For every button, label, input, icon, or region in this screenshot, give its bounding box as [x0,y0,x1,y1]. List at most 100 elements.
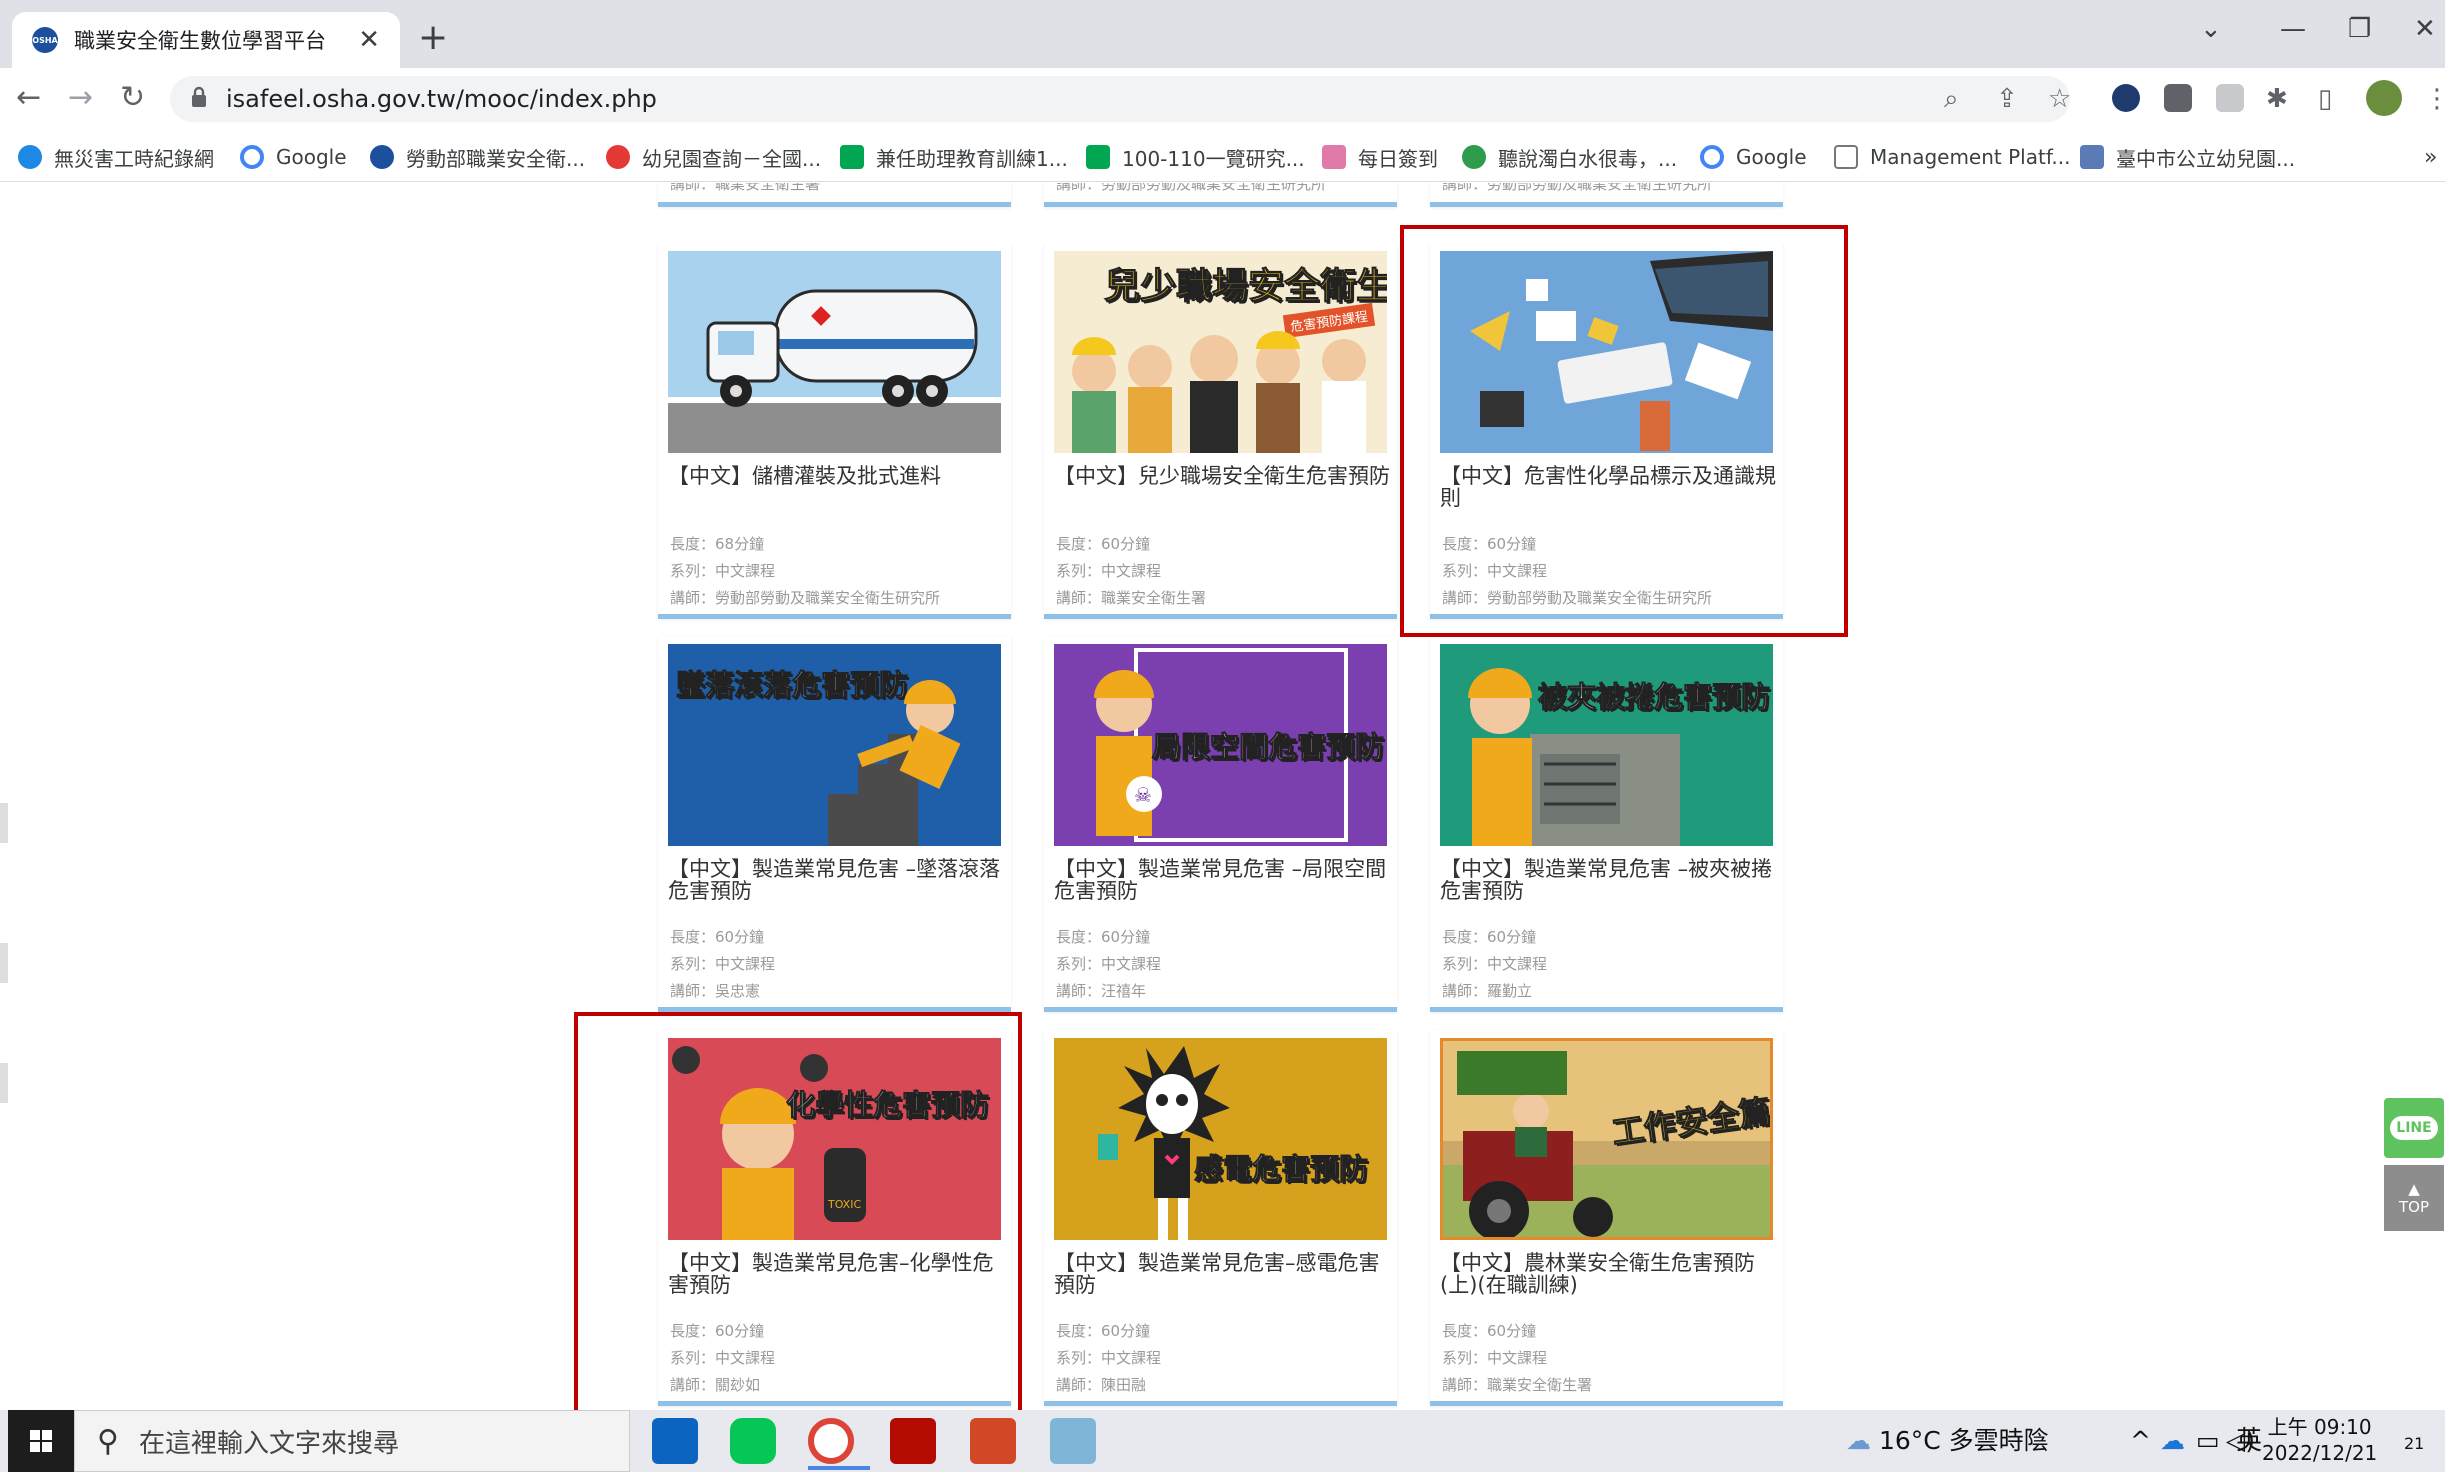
clock-time: 上午 09:10 [2267,1415,2372,1439]
course-title[interactable]: 【中文】製造業常見危害–感電危害預防 [1054,1252,1390,1296]
bookmark-item[interactable]: 兼任助理教育訓練1... [840,140,1068,174]
course-instructor: 講師：陳田融 [1056,1376,1147,1394]
puzzle-icon[interactable]: ✱ [2266,84,2288,114]
lock-icon[interactable] [190,86,208,108]
reload-icon[interactable]: ↻ [120,80,145,116]
url-text[interactable]: isafeel.osha.gov.tw/mooc/index.php [226,82,657,116]
notification-count: 21 [2404,1434,2425,1453]
bookmark-item[interactable]: Management Platf... [1834,140,2070,174]
chat-extension-icon[interactable] [2164,84,2192,112]
back-icon[interactable]: ← [16,80,41,116]
bookmark-label: 臺中市公立幼兒園... [2116,146,2296,171]
course-length: 長度：60分鐘 [1056,928,1151,946]
course-thumbnail[interactable]: 被夾被捲危害預防 [1440,644,1773,846]
browser-tab[interactable]: OSHA 職業安全衛生數位學習平台 ✕ [12,12,400,68]
weather-widget[interactable]: ☁ 16°C 多雲時陰 [1846,1418,2049,1464]
course-instructor: 講師：吳忠憲 [670,982,761,1000]
course-thumbnail[interactable]: 感電危害預防 [1054,1038,1387,1240]
course-card[interactable]: 兒少職場安全衛生 危害預防課程 【中文】兒少職場安全衛生危害預防 長度：60分鐘… [1044,243,1397,619]
course-title[interactable]: 【中文】製造業常見危害 –被夾被捲危害預防 [1440,858,1776,902]
share-icon[interactable]: ⇪ [1996,84,2018,114]
bookmark-item[interactable]: Google [240,140,347,174]
notification-center-icon[interactable]: 21 [2404,1418,2424,1467]
highlight-box [574,1012,1022,1410]
course-series: 系列：中文課程 [1442,1349,1548,1367]
course-title[interactable]: 【中文】兒少職場安全衛生危害預防 [1054,465,1390,487]
back-to-top-button[interactable]: ▲ TOP [2384,1165,2444,1231]
up-arrow-icon: ▲ [2408,1180,2420,1198]
bookmark-item[interactable]: Google [1700,140,1807,174]
course-instructor: 講師：勞動部勞動及職業安全衛生研究所 [670,589,941,607]
bookmark-star-icon[interactable]: ☆ [2048,84,2071,114]
course-card-partial[interactable]: 講師：職業安全衛生署 [658,183,1011,207]
bookmark-item[interactable]: 幼兒園查詢－全國... [606,140,821,174]
google-icon [1700,145,1724,169]
course-title[interactable]: 【中文】製造業常見危害 –局限空間危害預防 [1054,858,1390,902]
side-panel-icon[interactable]: ▯ [2318,84,2332,114]
bookmark-label: Google [276,145,347,169]
tractor-farmer-icon [1443,1051,1770,1237]
start-button[interactable] [8,1410,74,1472]
tray-overflow-icon[interactable]: ^ [2130,1418,2151,1464]
bookmarks-overflow-icon[interactable]: » [2424,140,2437,174]
course-instructor: 講師：職業安全衛生署 [1056,589,1207,607]
course-series: 系列：中文課程 [1056,955,1162,973]
bookmark-item[interactable]: 無災害工時紀錄網 [18,140,214,174]
tab-title: 職業安全衛生數位學習平台 [74,29,326,53]
course-thumbnail[interactable]: ☠ 局限空間危害預防 [1054,644,1387,846]
window-close-icon[interactable]: ✕ [2414,14,2436,44]
course-card[interactable]: 【中文】儲槽灌裝及批式進料 長度：68分鐘 系列：中文課程 講師：勞動部勞動及職… [658,243,1011,619]
chrome-icon[interactable] [808,1418,854,1464]
new-tab-icon[interactable]: + [418,18,448,58]
page-icon [1834,145,1858,169]
search-icon: ⚲ [97,1423,119,1459]
tab-close-icon[interactable]: ✕ [358,25,380,55]
course-card[interactable]: 工作安全篇 【中文】農林業安全衛生危害預防(上)(在職訓練) 長度：60分鐘 系… [1430,1030,1783,1406]
course-title[interactable]: 【中文】農林業安全衛生危害預防(上)(在職訓練) [1440,1252,1776,1296]
maximize-icon[interactable]: ❐ [2348,14,2371,44]
course-instructor: 講師：汪禧年 [1056,982,1147,1000]
course-card-partial[interactable]: 講師：勞動部勞動及職業安全衛生研究所 [1430,183,1783,207]
taskbar-clock[interactable]: 上午 09:10 2022/12/21 [2262,1414,2377,1466]
notes-app-icon[interactable] [1050,1418,1096,1464]
course-length: 長度：60分鐘 [1056,1322,1151,1340]
bookmark-label: 100-110一覽研究... [1122,146,1305,171]
menu-kebab-icon[interactable]: ⋮ [2424,84,2445,114]
profile-avatar[interactable] [2366,80,2402,116]
acrobat-icon[interactable] [890,1418,936,1464]
line-share-button[interactable]: LINE [2384,1098,2444,1158]
bookmark-item[interactable]: 聽說濁白水很毒，... [1462,140,1677,174]
tab-search-icon[interactable]: ⌄ [2200,14,2222,44]
ime-indicator[interactable]: 英 [2236,1418,2262,1464]
course-card-partial[interactable]: 講師：勞動部勞動及職業安全衛生研究所 [1044,183,1397,207]
course-thumbnail[interactable]: 兒少職場安全衛生 危害預防課程 [1054,251,1387,453]
zoom-icon[interactable]: ⌕ [1944,84,1959,114]
powerpoint-icon[interactable] [970,1418,1016,1464]
school-icon [2080,145,2104,169]
course-card[interactable]: 被夾被捲危害預防 【中文】製造業常見危害 –被夾被捲危害預防 長度：60分鐘 系… [1430,636,1783,1012]
forward-icon[interactable]: → [68,80,93,116]
outlook-icon[interactable] [652,1418,698,1464]
course-thumbnail[interactable]: 墜落滾落危害預防 [668,644,1001,846]
checkin-icon [1322,145,1346,169]
bookmark-item[interactable]: 臺中市公立幼兒園... [2080,140,2295,174]
minimize-icon[interactable]: — [2280,14,2306,44]
course-title[interactable]: 【中文】儲槽灌裝及批式進料 [668,465,1004,487]
onedrive-icon[interactable]: ☁ [2160,1418,2185,1464]
course-thumbnail[interactable]: 工作安全篇 [1440,1038,1773,1240]
extension-icon[interactable] [2112,84,2140,112]
course-thumbnail[interactable] [668,251,1001,453]
line-app-icon[interactable] [730,1418,776,1464]
left-edge-fragment [0,1063,8,1103]
bookmark-item[interactable]: 100-110一覽研究... [1086,140,1305,174]
course-card[interactable]: ☠ 局限空間危害預防 【中文】製造業常見危害 –局限空間危害預防 長度：60分鐘… [1044,636,1397,1012]
course-title[interactable]: 【中文】製造業常見危害 –墜落滾落危害預防 [668,858,1004,902]
bookmark-item[interactable]: 勞動部職業安全衛... [370,140,585,174]
electrocuted-skeleton-icon [1098,1046,1230,1240]
taskbar-search-box[interactable]: ⚲ 在這裡輸入文字來搜尋 [74,1410,630,1472]
course-card[interactable]: 感電危害預防 【中文】製造業常見危害–感電危害預防 長度：60分鐘 系列：中文課… [1044,1030,1397,1406]
bookmark-item[interactable]: 每日簽到 [1322,140,1438,174]
cast-extension-icon[interactable] [2216,84,2244,112]
course-card[interactable]: 墜落滾落危害預防 【中文】製造業常見危害 –墜落滾落危害預防 長度：60分鐘 系… [658,636,1011,1012]
network-icon[interactable]: ▭ [2196,1418,2220,1464]
